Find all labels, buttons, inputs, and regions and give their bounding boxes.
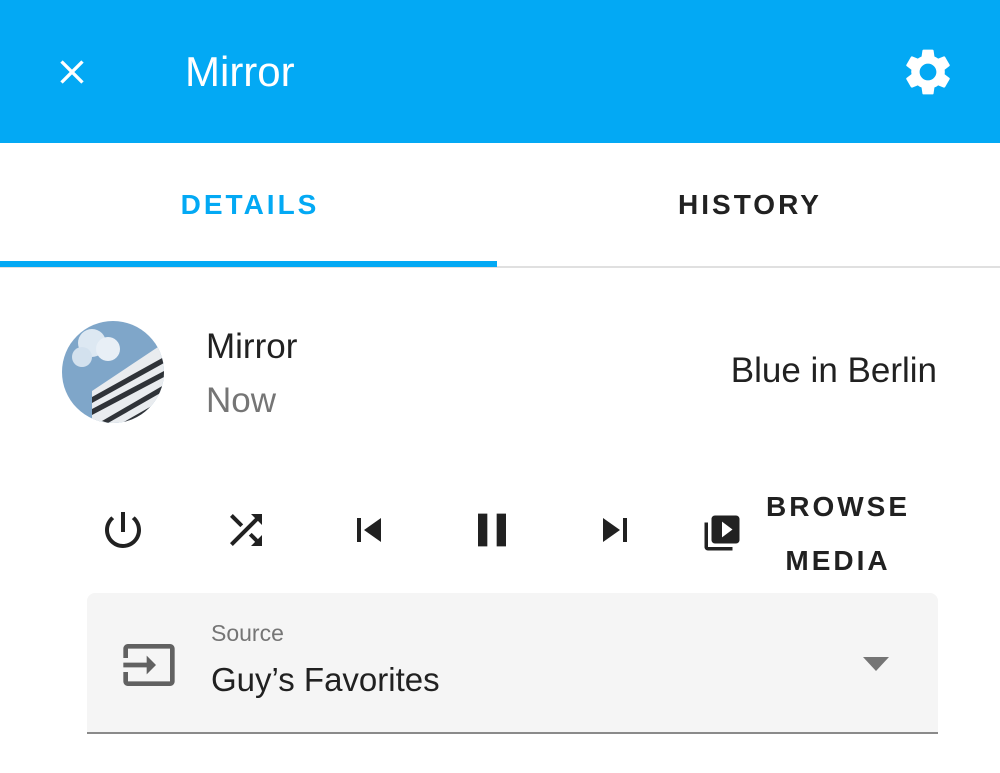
close-button[interactable]	[40, 40, 104, 104]
entity-name: Mirror	[206, 327, 298, 366]
browse-media-label-line2: MEDIA	[785, 545, 891, 576]
browse-media-label-line1: BROWSE	[766, 491, 910, 522]
input-icon	[123, 644, 175, 686]
tab-bar: DETAILS HISTORY	[0, 143, 1000, 268]
next-track-button[interactable]	[583, 498, 647, 562]
source-icon-wrap	[121, 637, 177, 693]
play-box-multiple-icon	[704, 515, 740, 551]
media-artwork	[62, 321, 164, 423]
dropdown-arrow-icon	[863, 657, 889, 671]
media-title: Blue in Berlin	[730, 351, 937, 390]
play-pause-button[interactable]	[460, 498, 524, 562]
skip-previous-icon	[357, 518, 381, 542]
active-tab-indicator	[0, 261, 497, 267]
gear-icon	[906, 49, 950, 95]
source-label: Source	[211, 620, 284, 646]
dialog-title: Mirror	[185, 48, 295, 95]
pause-icon	[478, 513, 506, 547]
previous-track-button[interactable]	[337, 498, 401, 562]
power-button[interactable]	[91, 498, 155, 562]
skip-next-icon	[603, 518, 627, 542]
browse-media-button[interactable]: BROWSE MEDIA	[758, 480, 918, 588]
shuffle-icon	[230, 514, 262, 546]
tab-history[interactable]: HISTORY	[500, 143, 1000, 266]
tab-details[interactable]: DETAILS	[0, 143, 500, 266]
close-icon	[60, 60, 84, 84]
last-changed-time: Now	[206, 381, 277, 420]
settings-button[interactable]	[896, 40, 960, 104]
source-value: Guy’s Favorites	[211, 661, 440, 698]
app-bar: Mirror	[0, 0, 1000, 143]
shuffle-button[interactable]	[214, 498, 278, 562]
building-artwork	[62, 321, 164, 423]
source-select[interactable]: Source Guy’s Favorites	[87, 593, 938, 734]
power-icon	[105, 512, 141, 548]
browse-media-icon-wrap[interactable]	[700, 511, 744, 555]
